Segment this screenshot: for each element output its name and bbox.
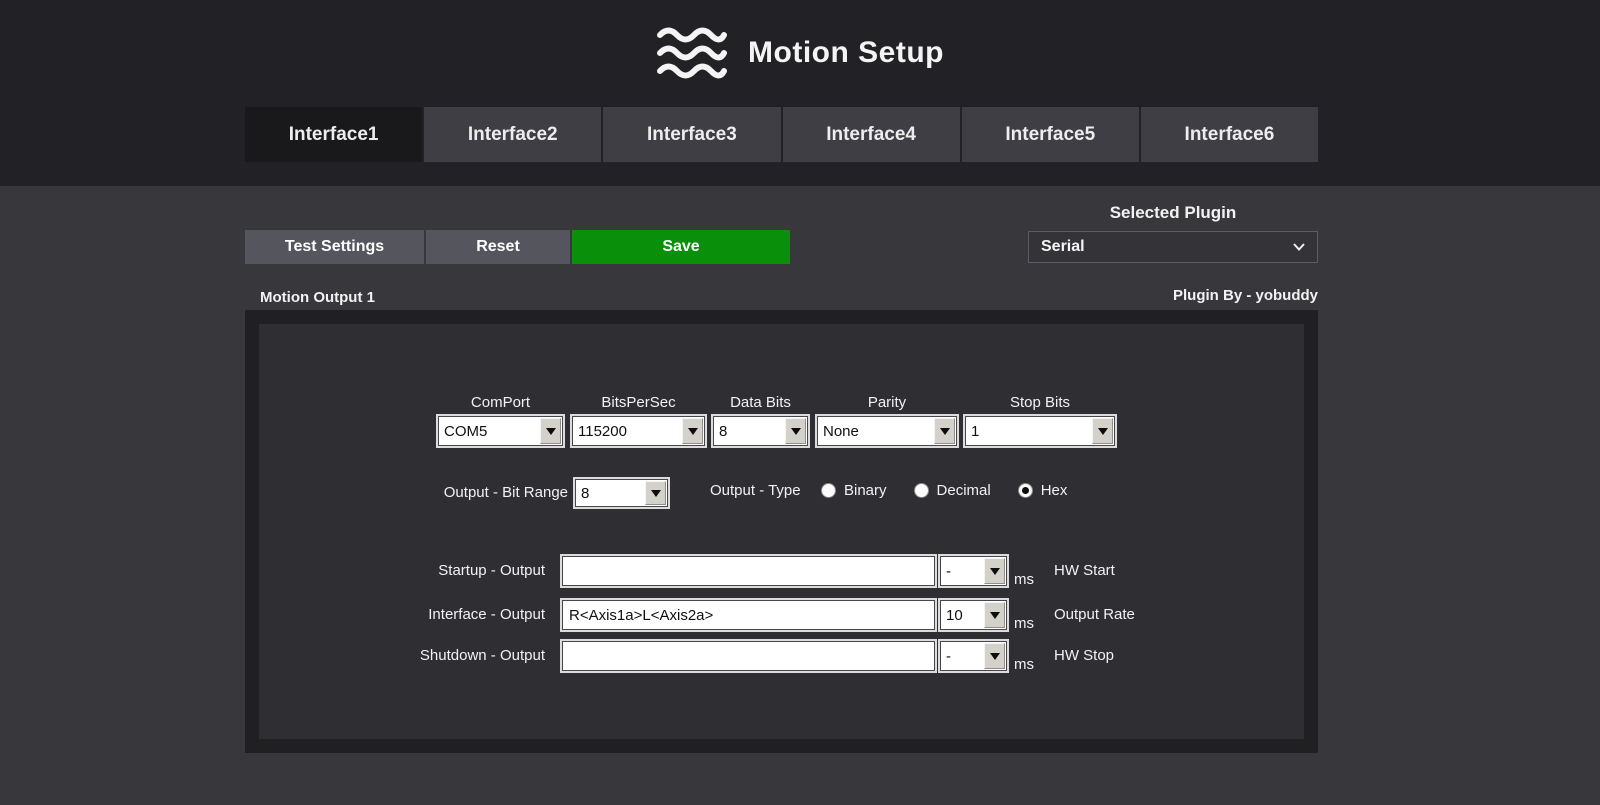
save-button[interactable]: Save bbox=[572, 230, 790, 264]
tab-interface2[interactable]: Interface2 bbox=[424, 107, 601, 162]
motion-output-title: Motion Output 1 bbox=[260, 289, 375, 306]
shutdown-interval-select[interactable]: - bbox=[940, 641, 1007, 671]
hw-stop-label: HW Stop bbox=[1054, 647, 1114, 664]
output-rate-select[interactable]: 10 bbox=[940, 600, 1007, 630]
dropdown-arrow-icon[interactable] bbox=[934, 418, 955, 444]
dropdown-arrow-icon[interactable] bbox=[785, 418, 806, 444]
motion-output-panel: ComPort BitsPerSec Data Bits Parity Stop… bbox=[245, 310, 1318, 753]
radio-icon[interactable] bbox=[1018, 483, 1033, 498]
parity-select[interactable]: None bbox=[817, 416, 957, 446]
bitspersec-label: BitsPerSec bbox=[572, 394, 705, 412]
bit-range-label: Output - Bit Range bbox=[438, 484, 568, 501]
reset-button[interactable]: Reset bbox=[426, 230, 570, 264]
radio-binary[interactable]: Binary bbox=[821, 482, 887, 499]
stopbits-label: Stop Bits bbox=[965, 394, 1115, 412]
interface-output-input[interactable] bbox=[562, 600, 935, 630]
interface-tabs: Interface1 Interface2 Interface3 Interfa… bbox=[245, 107, 1318, 162]
dropdown-arrow-icon[interactable] bbox=[682, 418, 703, 444]
plugin-select[interactable]: Serial bbox=[1028, 231, 1318, 263]
startup-output-label: Startup - Output bbox=[379, 562, 545, 579]
bit-range-select[interactable]: 8 bbox=[575, 479, 668, 507]
hw-start-label: HW Start bbox=[1054, 562, 1115, 579]
radio-icon[interactable] bbox=[821, 483, 836, 498]
plugin-select-value: Serial bbox=[1041, 238, 1085, 256]
comport-label: ComPort bbox=[438, 394, 563, 412]
dropdown-arrow-icon[interactable] bbox=[984, 643, 1005, 669]
dropdown-arrow-icon[interactable] bbox=[984, 558, 1005, 584]
output-rate-label: Output Rate bbox=[1054, 606, 1135, 623]
radio-hex[interactable]: Hex bbox=[1018, 482, 1068, 499]
tab-interface3[interactable]: Interface3 bbox=[603, 107, 780, 162]
bitspersec-select[interactable]: 115200 bbox=[572, 416, 705, 446]
dropdown-arrow-icon[interactable] bbox=[645, 481, 666, 505]
output-type-label: Output - Type bbox=[710, 482, 801, 499]
selected-plugin-label: Selected Plugin bbox=[1028, 203, 1318, 223]
databits-select[interactable]: 8 bbox=[713, 416, 808, 446]
dropdown-arrow-icon[interactable] bbox=[540, 418, 561, 444]
tab-interface1[interactable]: Interface1 bbox=[245, 107, 422, 162]
plugin-credit: Plugin By - yobuddy bbox=[1028, 287, 1318, 304]
header: Motion Setup Interface1 Interface2 Inter… bbox=[0, 0, 1600, 186]
startup-ms-label: ms bbox=[1014, 571, 1034, 588]
chevron-down-icon bbox=[1293, 243, 1305, 251]
tab-interface4[interactable]: Interface4 bbox=[783, 107, 960, 162]
startup-interval-select[interactable]: - bbox=[940, 556, 1007, 586]
app-brand: Motion Setup bbox=[0, 18, 1600, 88]
tab-interface5[interactable]: Interface5 bbox=[962, 107, 1139, 162]
shutdown-output-label: Shutdown - Output bbox=[379, 647, 545, 664]
tab-interface6[interactable]: Interface6 bbox=[1141, 107, 1318, 162]
shutdown-output-input[interactable] bbox=[562, 641, 935, 671]
shutdown-ms-label: ms bbox=[1014, 656, 1034, 673]
waves-icon bbox=[656, 24, 728, 82]
radio-icon[interactable] bbox=[914, 483, 929, 498]
databits-label: Data Bits bbox=[713, 394, 808, 412]
radio-decimal[interactable]: Decimal bbox=[914, 482, 991, 499]
dropdown-arrow-icon[interactable] bbox=[984, 602, 1005, 628]
interface-ms-label: ms bbox=[1014, 615, 1034, 632]
interface-output-label: Interface - Output bbox=[379, 606, 545, 623]
page-title: Motion Setup bbox=[748, 36, 944, 70]
dropdown-arrow-icon[interactable] bbox=[1092, 418, 1113, 444]
test-settings-button[interactable]: Test Settings bbox=[245, 230, 424, 264]
parity-label: Parity bbox=[817, 394, 957, 412]
startup-output-input[interactable] bbox=[562, 556, 935, 586]
output-type-radios: Binary Decimal Hex bbox=[821, 482, 1067, 499]
stopbits-select[interactable]: 1 bbox=[965, 416, 1115, 446]
comport-select[interactable]: COM5 bbox=[438, 416, 563, 446]
